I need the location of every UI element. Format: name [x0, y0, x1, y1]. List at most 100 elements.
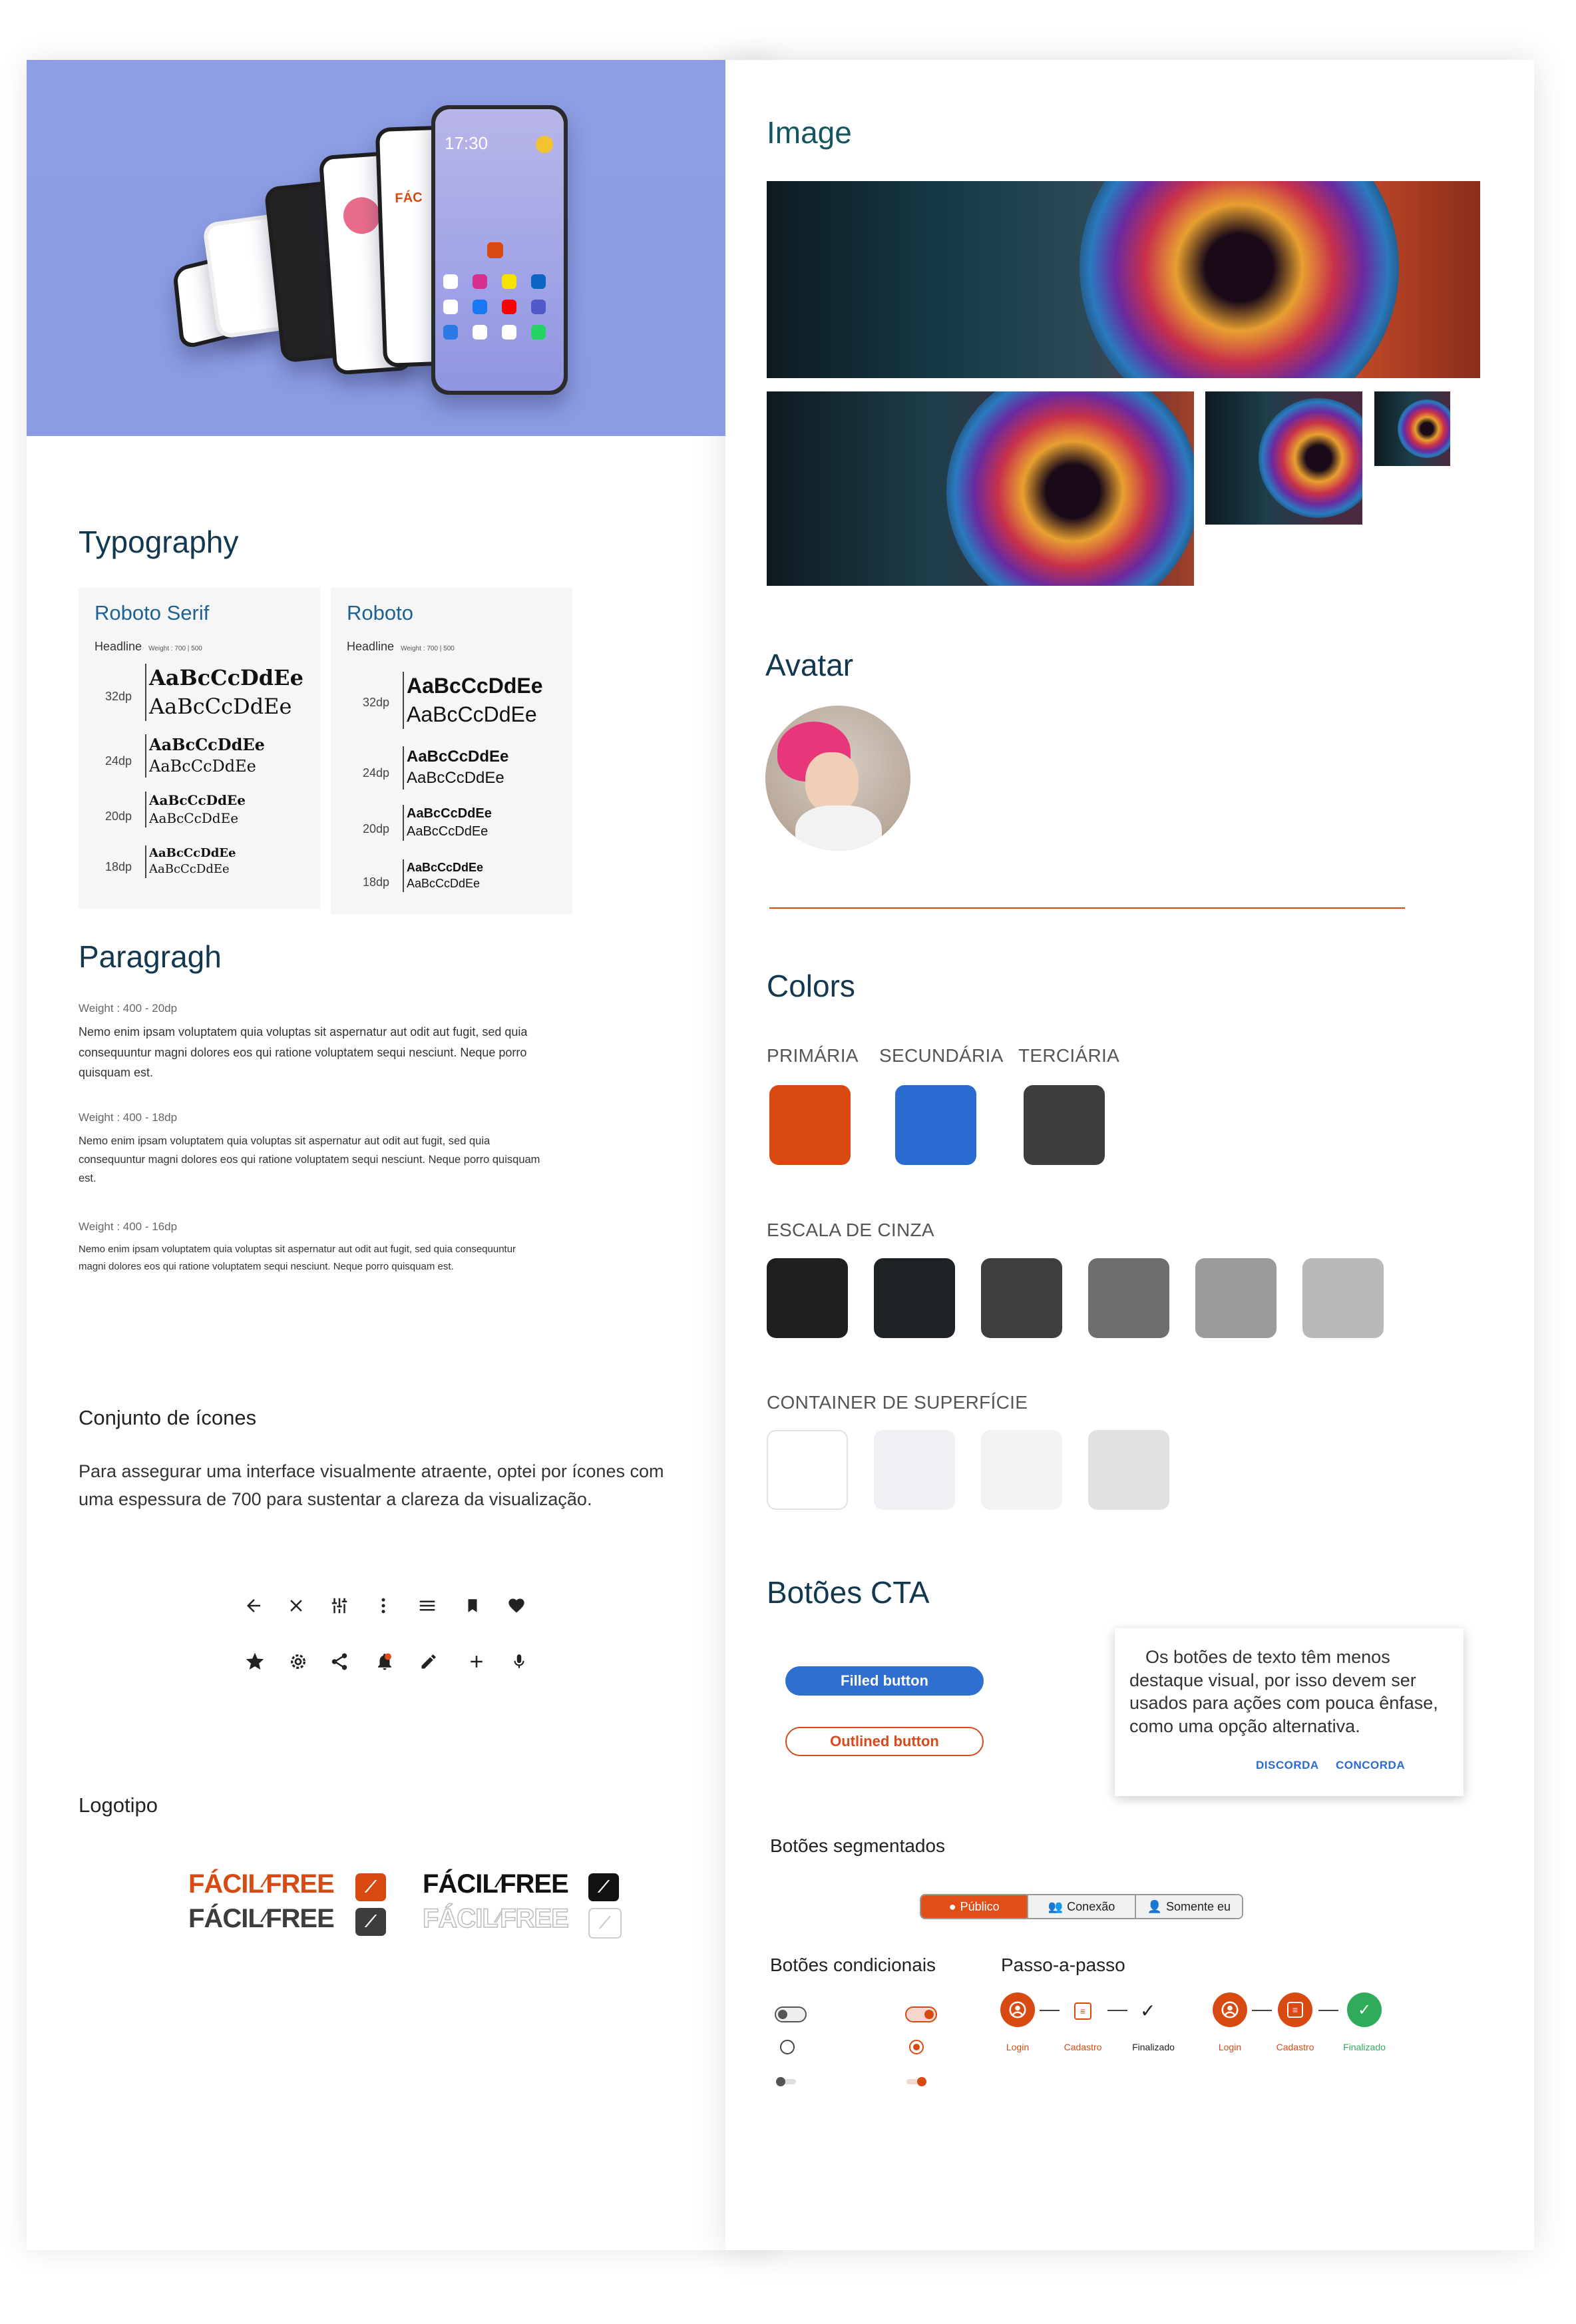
lens-image-small [1205, 391, 1362, 525]
tertiary-swatch [1024, 1085, 1105, 1165]
icons-description: Para assegurar uma interface visualmente… [79, 1461, 664, 1509]
segment-only-me[interactable]: 👤 Somente eu [1134, 1895, 1242, 1918]
gray-swatch-4 [1088, 1258, 1169, 1338]
size-label: 24dp [105, 754, 132, 768]
font-card-serif: Roboto Serif Headline Weight : 700 | 500 … [79, 588, 320, 909]
dialog-agree-button[interactable]: CONCORDA [1336, 1759, 1405, 1772]
switch-on[interactable] [905, 2006, 937, 2022]
gray-scale-label: ESCALA DE CINZA [767, 1220, 934, 1240]
logo-badge-white: ⟋ [588, 1908, 622, 1939]
step-login-icon [1000, 1992, 1035, 2027]
dialog-card: Os botões de texto têm menos destaque vi… [1115, 1628, 1464, 1796]
sample-18: AaBcCcDdEe AaBcCcDdEe [403, 859, 483, 892]
paragraph-sample-18: Nemo enim ipsam voluptatem quia voluptas… [79, 1135, 540, 1185]
divider [769, 907, 1405, 909]
size-label: 32dp [105, 690, 132, 703]
step-connector [1107, 2010, 1127, 2011]
step-connector [1318, 2010, 1338, 2011]
size-label: 18dp [105, 860, 132, 873]
surface-swatch-3 [981, 1430, 1062, 1510]
weather-icon [536, 136, 553, 153]
surface-label: CONTAINER DE SUPERFÍCIE [767, 1392, 1028, 1413]
segment-connection[interactable]: 👥 Conexão [1027, 1895, 1135, 1918]
dialog-disagree-button[interactable]: DISCORDA [1256, 1759, 1319, 1772]
size-label: 20dp [363, 822, 390, 835]
lens-image-wide [767, 181, 1480, 378]
person-icon: 👤 [1147, 1899, 1162, 1913]
heart-icon[interactable] [503, 1592, 530, 1619]
step-check-icon: ✓ [1140, 2000, 1156, 2021]
headline-label: Headline Weight : 700 | 500 [347, 640, 455, 653]
logo-gray: FÁCIL⁄FREE [188, 1904, 335, 1933]
phone-mockup-main: 17:30 [431, 105, 568, 395]
step-label: Finalizado [1343, 2042, 1386, 2052]
gray-swatch-2 [874, 1258, 955, 1338]
logo-white: FÁCIL⁄FREE [422, 1903, 569, 1934]
paragraph-weight-20: Weight : 400 - 20dp [79, 1002, 178, 1015]
add-icon[interactable] [463, 1648, 490, 1675]
logo-badge-gray: ⟋ [355, 1908, 386, 1936]
secondary-label: SECUNDÁRIA [879, 1045, 1004, 1066]
logo-title: Logotipo [79, 1793, 158, 1817]
logo-badge-orange: ⟋ [355, 1873, 386, 1901]
paragraph-sample-20: Nemo enim ipsam voluptatem quia voluptas… [79, 1025, 528, 1080]
globe-icon: ● [948, 1899, 956, 1913]
typography-title: Typography [79, 525, 239, 559]
step-register-icon: ≡ [1278, 1992, 1312, 2027]
menu-icon[interactable] [414, 1592, 441, 1619]
logo-orange: FÁCIL⁄FREE [188, 1869, 335, 1899]
colors-title: Colors [767, 969, 855, 1003]
logo-badge-black: ⟋ [588, 1873, 619, 1901]
notification-icon[interactable] [371, 1648, 398, 1675]
tertiary-label: TERCIÁRIA [1018, 1045, 1120, 1066]
paragraph-weight-16: Weight : 400 - 16dp [79, 1220, 178, 1233]
mini-switch-off[interactable] [776, 2077, 796, 2086]
step-register-icon: ≡ [1074, 2002, 1091, 2020]
app-icon-facil [487, 242, 503, 258]
sample-32: AaBcCcDdEe AaBcCcDdEe [145, 664, 303, 722]
filled-button[interactable]: Filled button [785, 1666, 984, 1696]
surface-swatch-4 [1088, 1430, 1169, 1510]
tune-icon[interactable] [326, 1592, 353, 1619]
segment-public[interactable]: ● Público [921, 1895, 1028, 1918]
star-icon[interactable] [242, 1648, 268, 1675]
bookmark-icon[interactable] [459, 1592, 486, 1619]
close-icon[interactable] [283, 1592, 309, 1619]
step-label: Finalizado [1132, 2042, 1175, 2052]
surface-swatch-1 [767, 1430, 848, 1510]
sample-18: AaBcCcDdEe AaBcCcDdEe [145, 845, 236, 878]
sample-20: AaBcCcDdEe AaBcCcDdEe [403, 805, 492, 841]
image-title: Image [767, 115, 852, 150]
switch-off[interactable] [775, 2006, 807, 2022]
sample-24: AaBcCcDdEe AaBcCcDdEe [403, 746, 508, 790]
phone-clock: 17:30 [445, 133, 489, 153]
font-card-sans: Roboto Headline Weight : 700 | 500 32dp A… [331, 588, 572, 914]
settings-icon[interactable] [285, 1648, 311, 1675]
edit-icon[interactable] [415, 1648, 442, 1675]
primary-swatch [769, 1085, 851, 1165]
app-grid [443, 274, 556, 340]
mic-icon[interactable] [506, 1648, 532, 1675]
paragraph-sample-16: Nemo enim ipsam voluptatem quia voluptas… [79, 1244, 516, 1272]
mini-switch-on[interactable] [906, 2077, 926, 2086]
share-icon[interactable] [326, 1648, 353, 1675]
segmented-control: ● Público 👥 Conexão 👤 Somente eu [920, 1894, 1243, 1919]
font-name: Roboto Serif [95, 601, 210, 624]
step-label: Login [1006, 2042, 1030, 2052]
radio-off[interactable] [780, 2040, 795, 2054]
hero-banner: FÁC 17:30 [27, 60, 725, 436]
stepper-title: Passo-a-passo [1001, 1955, 1125, 1975]
size-label: 18dp [363, 875, 390, 889]
icons-title: Conjunto de ícones [79, 1406, 257, 1429]
gray-swatch-1 [767, 1258, 848, 1338]
arrow-back-icon[interactable] [240, 1592, 267, 1619]
step-label: Cadastro [1276, 2042, 1314, 2052]
more-vert-icon[interactable] [370, 1592, 397, 1619]
radio-on[interactable] [909, 2040, 924, 2054]
gray-swatch-5 [1195, 1258, 1277, 1338]
avatar-title: Avatar [765, 648, 854, 682]
step-label: Login [1218, 2042, 1242, 2052]
outlined-button[interactable]: Outlined button [785, 1727, 984, 1756]
paragraph-title: Paragragh [79, 939, 222, 974]
sample-32: AaBcCcDdEe AaBcCcDdEe [403, 672, 543, 730]
